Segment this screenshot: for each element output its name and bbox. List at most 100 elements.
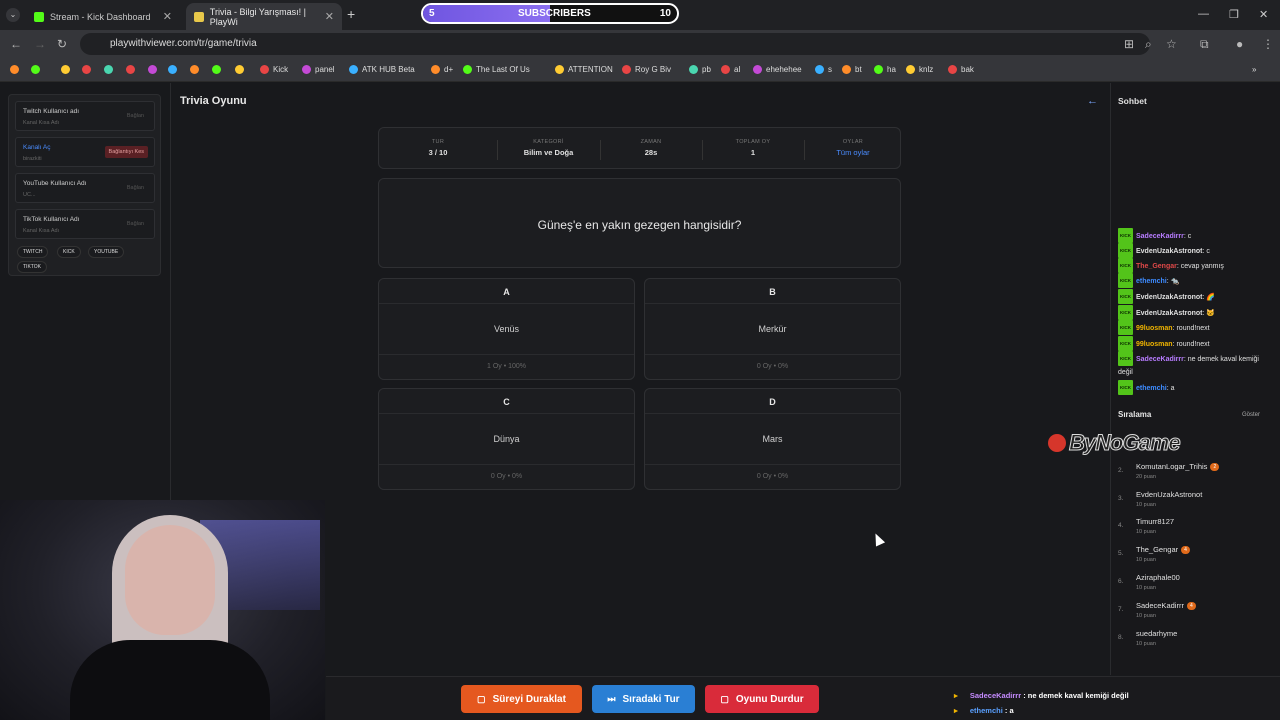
tiktok-connection[interactable]: TikTok Kullanıcı Adı Kanal Kısa Adı Bağl… xyxy=(15,209,155,239)
chat-username[interactable]: ethemchi xyxy=(1136,278,1167,285)
kick-connection[interactable]: Kanalı Aç birazkiti Bağlantıyı Kes xyxy=(15,137,155,167)
bookmark-item[interactable]: ehehehee xyxy=(753,65,802,74)
bookmark-favicon[interactable] xyxy=(190,65,203,74)
chat-username[interactable]: EvdenUzakAstronot xyxy=(1136,248,1203,255)
profile-avatar[interactable]: ● xyxy=(1236,37,1243,51)
option-key: D xyxy=(645,389,900,414)
bookmark-item[interactable]: Roy G Biv xyxy=(622,65,671,74)
chip-youtube[interactable]: YOUTUBE xyxy=(88,246,125,258)
close-tab-icon[interactable]: ✕ xyxy=(325,10,334,23)
more-menu-icon[interactable]: ⋮ xyxy=(1262,37,1274,51)
rank-number: 7. xyxy=(1118,605,1124,613)
round-stats: TUR 3 / 10 KATEGORİ Bilim ve Doğa ZAMAN … xyxy=(378,127,901,169)
chip-tiktok[interactable]: TIKTOK xyxy=(17,261,47,273)
close-window-icon[interactable]: ✕ xyxy=(1259,8,1268,21)
new-tab-button[interactable]: + xyxy=(347,6,355,22)
pause-timer-button[interactable]: ▢ Süreyi Duraklat xyxy=(461,685,582,713)
bookmark-item[interactable]: s xyxy=(815,65,832,74)
youtube-connection[interactable]: YouTube Kullanıcı Adı UC... Bağlan xyxy=(15,173,155,203)
bookmark-item[interactable]: al xyxy=(721,65,740,74)
favicon-icon xyxy=(104,65,113,74)
bookmark-label: d+ xyxy=(444,65,454,74)
stop-game-button[interactable]: ▢ Oyunu Durdur xyxy=(705,685,819,713)
rank-name: suedarhyme xyxy=(1136,629,1177,638)
bookmarks-overflow-icon[interactable]: » xyxy=(1252,65,1256,74)
bookmark-item[interactable]: The Last Of Us xyxy=(463,65,530,74)
tab-trivia[interactable]: Trivia - Bilgi Yarışması! | PlayWi ✕ xyxy=(186,3,342,30)
bookmark-favicon[interactable] xyxy=(126,65,139,74)
next-round-button[interactable]: ⏭ Sıradaki Tur xyxy=(592,685,695,713)
rank-number: 3. xyxy=(1118,494,1124,502)
bookmark-favicon[interactable] xyxy=(31,65,44,74)
chat-username[interactable]: EvdenUzakAstronot xyxy=(1136,294,1203,301)
bookmark-item[interactable]: Kick xyxy=(260,65,288,74)
star-icon[interactable]: ☆ xyxy=(1166,37,1177,51)
connect-button[interactable]: Bağlan xyxy=(127,113,144,119)
bookmark-item[interactable]: knlz xyxy=(906,65,933,74)
rank-name: KomutanLogar_Trihis 2 xyxy=(1136,462,1220,471)
bookmark-favicon[interactable] xyxy=(235,65,248,74)
chat-username[interactable]: SadeceKadirrr xyxy=(1136,356,1184,363)
twitch-connection[interactable]: Twitch Kullanıcı adı Kanal Kısa Adı Bağl… xyxy=(15,101,155,131)
bookmark-favicon[interactable] xyxy=(104,65,117,74)
connection-sub: Kanal Kısa Adı xyxy=(23,228,60,234)
bookmark-favicon[interactable] xyxy=(148,65,161,74)
url-field[interactable]: playwithviewer.com/tr/game/trivia xyxy=(80,33,1150,55)
bookmark-item[interactable]: d+ xyxy=(431,65,453,74)
bookmark-favicon[interactable] xyxy=(212,65,225,74)
bookmark-item[interactable]: ha xyxy=(874,65,896,74)
chat-message: KICK EvdenUzakAstronot: 🌈 xyxy=(1118,289,1274,304)
maximize-icon[interactable]: ❐ xyxy=(1229,8,1239,21)
tab-kick-dashboard[interactable]: Stream - Kick Dashboard ✕ xyxy=(26,3,180,30)
chat-username[interactable]: SadeceKadirrr xyxy=(1136,233,1184,240)
bookmark-item[interactable]: bak xyxy=(948,65,974,74)
bookmark-favicon[interactable] xyxy=(10,65,23,74)
bookmark-item[interactable]: bt xyxy=(842,65,862,74)
translate-icon[interactable]: ⊞ xyxy=(1124,37,1134,51)
chip-twitch[interactable]: TWITCH xyxy=(17,246,49,258)
back-icon[interactable]: ← xyxy=(10,37,22,51)
reload-icon[interactable]: ↻ xyxy=(57,37,67,51)
chat-username[interactable]: 99luosman xyxy=(1136,341,1173,348)
chat-username[interactable]: EvdenUzakAstronot xyxy=(1136,310,1203,317)
chat-username[interactable]: 99luosman xyxy=(1136,325,1173,332)
connect-button[interactable]: Bağlan xyxy=(127,185,144,191)
bookmark-item[interactable]: pb xyxy=(689,65,711,74)
back-arrow-icon[interactable]: ← xyxy=(1087,95,1098,107)
chat-username[interactable]: The_Gengar xyxy=(1136,263,1177,270)
minimize-icon[interactable]: — xyxy=(1198,8,1209,20)
all-votes-link[interactable]: Tüm oylar xyxy=(804,148,902,157)
chat-username[interactable]: ethemchi xyxy=(1136,385,1167,392)
kick-badge: KICK xyxy=(1118,320,1133,335)
forward-icon[interactable]: → xyxy=(34,37,46,51)
crown-icon: ▸ xyxy=(954,706,960,715)
bookmark-item[interactable]: ATK HUB Beta xyxy=(349,65,415,74)
connection-title: YouTube Kullanıcı Adı xyxy=(23,180,87,187)
favicon-icon xyxy=(190,65,199,74)
disconnect-button[interactable]: Bağlantıyı Kes xyxy=(104,146,148,158)
bookmark-label: Roy G Biv xyxy=(635,65,672,74)
bookmark-favicon[interactable] xyxy=(61,65,74,74)
button-label: Süreyi Duraklat xyxy=(492,693,566,705)
overlay-chat-line: ▸ ethemchi : a xyxy=(954,706,1014,715)
bookmark-item[interactable]: panel xyxy=(302,65,335,74)
bookmark-label: al xyxy=(734,65,741,74)
favicon-icon xyxy=(168,65,177,74)
zoom-icon[interactable]: ⌕ xyxy=(1145,37,1152,52)
bookmark-favicon[interactable] xyxy=(168,65,181,74)
chip-kick[interactable]: KICK xyxy=(57,246,81,258)
chat-text: c xyxy=(1187,233,1192,240)
option-votes: 1 Oy • 100% xyxy=(486,363,527,370)
ranking-show-button[interactable]: Göster xyxy=(1242,412,1260,418)
connection-sub: birazkiti xyxy=(23,156,42,162)
bookmark-item[interactable]: ATTENTION xyxy=(555,65,613,74)
extensions-icon[interactable]: ⧉ xyxy=(1200,37,1209,52)
bookmark-favicon[interactable] xyxy=(82,65,95,74)
close-tab-icon[interactable]: ✕ xyxy=(163,10,172,23)
option-votes: 0 Oy • 0% xyxy=(756,473,789,480)
bookmark-label: s xyxy=(828,65,832,74)
tab-search-button[interactable]: ⌄ xyxy=(6,8,20,22)
stop-square-icon: ▢ xyxy=(720,693,729,704)
connect-button[interactable]: Bağlan xyxy=(127,221,144,227)
stat-votes: OYLAR Tüm oylar xyxy=(804,139,902,157)
